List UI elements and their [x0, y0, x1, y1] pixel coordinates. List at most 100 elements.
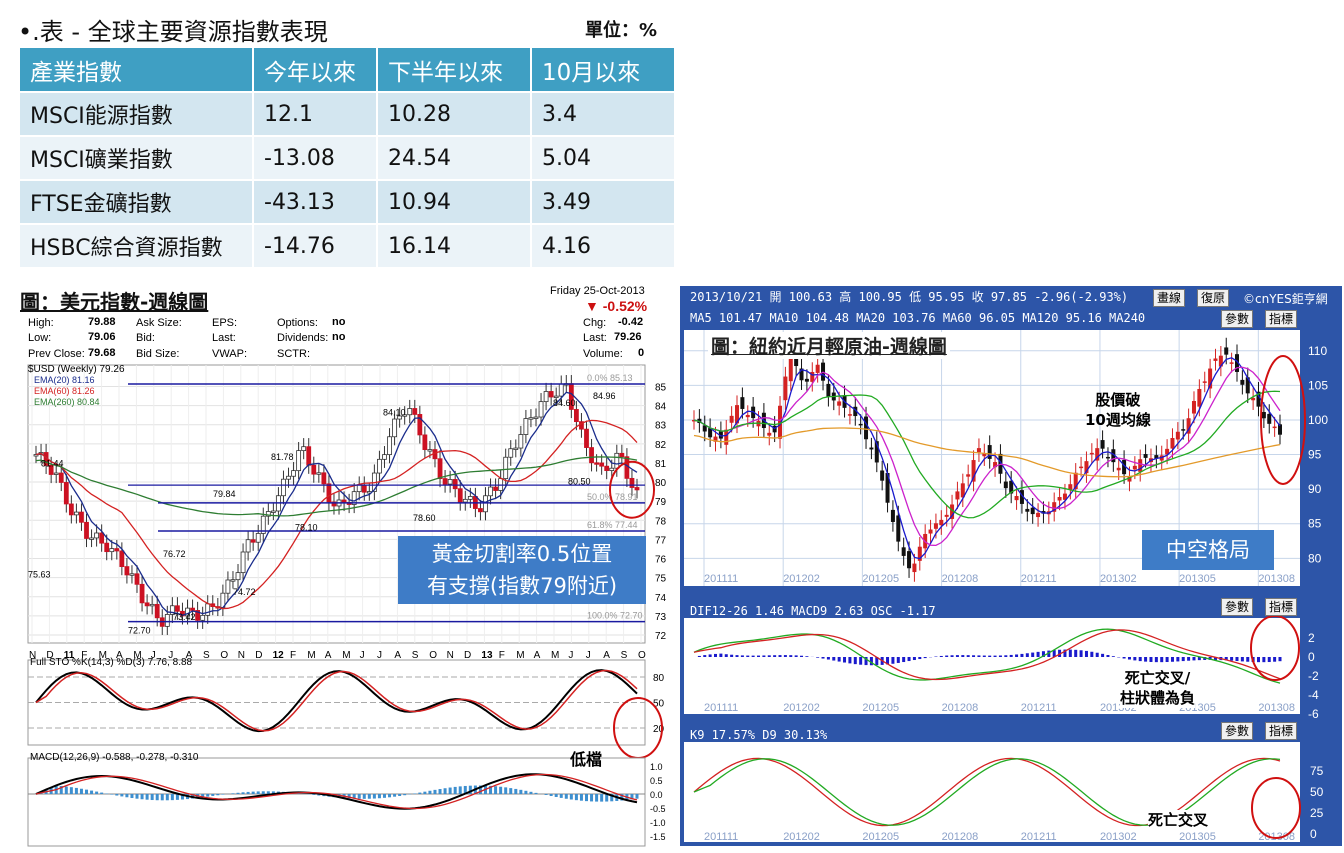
- oil-candle-body: [977, 448, 981, 452]
- quote-options: no: [332, 316, 345, 328]
- oil-candle-body: [896, 515, 900, 541]
- oil-macd-bar: [1069, 650, 1072, 657]
- oil-macd-x-label: 201205: [862, 702, 899, 714]
- candle-body: [549, 391, 553, 397]
- quote-lastprice: 79.26: [614, 331, 642, 343]
- oil-macd-bar: [1096, 653, 1099, 657]
- oil-candle-body: [939, 520, 943, 525]
- macd-histogram-bar: [120, 794, 123, 796]
- oil-macd-bar: [762, 655, 765, 657]
- oil-macd-bar: [1246, 657, 1249, 662]
- price-label: 72.70: [128, 626, 151, 636]
- macd-histogram-bar: [570, 794, 573, 800]
- oil-x-tick-label: 201302: [1100, 573, 1137, 585]
- table-header-cell: 下半年以來: [378, 48, 530, 91]
- oil-kd-x-label: 201305: [1179, 831, 1216, 843]
- oil-candle-body: [1079, 467, 1083, 469]
- macd-indicator-button[interactable]: 指標: [1265, 598, 1297, 616]
- y-tick-label: 75: [655, 574, 667, 585]
- oil-candle-body: [1278, 424, 1282, 434]
- table-cell: -13.08: [254, 137, 376, 179]
- oil-macd-x-label: 201308: [1258, 702, 1295, 714]
- oil-macd-bar: [838, 657, 841, 662]
- candle-body: [590, 448, 594, 463]
- candle-body: [534, 417, 538, 419]
- kd-param-button[interactable]: 參數: [1221, 722, 1253, 740]
- resource-index-table: 產業指數 今年以來 下半年以來 10月以來 MSCI能源指數 12.1 10.2…: [18, 46, 676, 269]
- macd-histogram-bar: [373, 794, 376, 799]
- oil-x-tick-label: 201305: [1179, 573, 1216, 585]
- macd-histogram-bar: [70, 787, 73, 794]
- table-row: MSCI礦業指數 -13.08 24.54 5.04: [20, 137, 674, 179]
- x-tick-label: D: [464, 650, 471, 661]
- oil-macd-bar: [891, 657, 894, 664]
- table-cell: -43.13: [254, 181, 376, 223]
- oil-x-tick-label: 201211: [1021, 573, 1057, 585]
- oil-candle-body: [826, 384, 830, 397]
- oil-macd-bar: [1085, 651, 1088, 657]
- usd-change-pct: ▼ -0.52%: [585, 298, 647, 314]
- macd-histogram-bar: [125, 794, 128, 797]
- macd-histogram-bar: [100, 793, 103, 794]
- oil-candle-body: [934, 523, 938, 529]
- oil-macd-bar: [709, 654, 712, 657]
- oil-kd-x-label: 201205: [862, 831, 899, 843]
- macd-tick-label: 1.0: [650, 762, 663, 772]
- macd-histogram-bar: [161, 794, 164, 800]
- candle-body: [377, 459, 381, 473]
- x-tick-label: J: [586, 650, 591, 661]
- macd-histogram-bar: [171, 794, 174, 800]
- oil-x-tick-label: 201308: [1258, 573, 1295, 585]
- draw-line-button[interactable]: 畫線: [1153, 289, 1185, 307]
- price-label: 73.42: [173, 612, 196, 622]
- candle-body: [605, 466, 609, 470]
- candle-body: [478, 509, 482, 512]
- y-tick-label: 77: [655, 535, 667, 546]
- table-cell: 24.54: [378, 137, 530, 179]
- oil-macd-bar: [999, 655, 1002, 657]
- candle-body: [382, 455, 386, 460]
- macd-histogram-bar: [590, 794, 593, 801]
- macd-histogram-bar: [90, 791, 93, 794]
- oil-candle-body: [945, 515, 949, 517]
- restore-button[interactable]: 復原: [1197, 289, 1229, 307]
- y-tick-label: 74: [655, 593, 667, 604]
- y-tick-label: 81: [655, 459, 667, 470]
- candle-body: [428, 450, 432, 452]
- hollow-pattern-box: 中空格局: [1142, 530, 1274, 570]
- candle-body: [322, 473, 326, 484]
- oil-candle-body: [1117, 468, 1121, 470]
- x-tick-label: M: [307, 650, 315, 661]
- candle-body: [630, 478, 634, 487]
- table-cell: HSBC綜合資源指數: [20, 225, 252, 267]
- macd-histogram-bar: [398, 794, 401, 796]
- indicator-button[interactable]: 指標: [1265, 310, 1297, 328]
- oil-macd-bar: [1257, 657, 1260, 662]
- oil-candle-body: [1031, 508, 1035, 514]
- quote-dividends-label: Dividends:: [277, 332, 328, 344]
- oil-macd-bar: [1171, 657, 1174, 662]
- quote-eps: EPS:: [212, 317, 237, 329]
- macd-histogram-bar: [85, 790, 88, 794]
- oil-macd-bar: [897, 657, 900, 663]
- oil-macd-bar: [961, 655, 964, 657]
- oil-candle-body: [1273, 427, 1277, 429]
- oil-candle-body: [816, 365, 820, 373]
- oil-candle-body: [966, 474, 970, 476]
- kd-indicator-button[interactable]: 指標: [1265, 722, 1297, 740]
- table-cell: 5.04: [532, 137, 674, 179]
- macd-histogram-bar: [529, 792, 532, 794]
- macd-histogram-bar: [141, 794, 144, 799]
- macd-tick-label: 0.0: [650, 790, 663, 800]
- candle-body: [362, 485, 366, 492]
- oil-kd-x-label: 201302: [1100, 831, 1137, 843]
- oil-candle-body: [902, 547, 906, 556]
- candle-body: [175, 606, 179, 612]
- param-button[interactable]: 參數: [1221, 310, 1253, 328]
- macd-tick-label: 0.5: [650, 776, 663, 786]
- macd-histogram-bar: [247, 792, 250, 794]
- y-tick-label: 80: [655, 478, 667, 489]
- quote-ask: Ask Size:: [136, 317, 182, 329]
- macd-param-button[interactable]: 參數: [1221, 598, 1253, 616]
- sto-label: Full STO %K(14,3) %D(3) 7.76, 8.88: [30, 657, 192, 668]
